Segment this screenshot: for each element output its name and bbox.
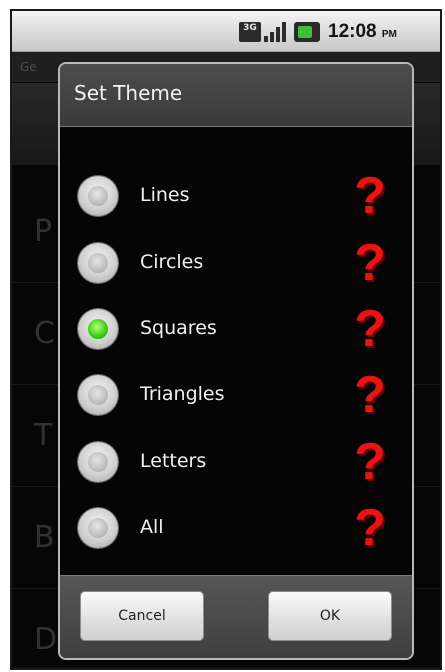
signal-strength-icon [264,22,286,42]
question-mark-icon: ? [354,499,386,557]
theme-option-squares[interactable]: Squares ? [60,297,412,363]
theme-option-triangles[interactable]: Triangles ? [60,363,412,429]
question-mark-icon: ? [354,167,386,225]
network-3g-icon: 3G [239,22,261,42]
theme-option-all[interactable]: All ? [60,496,412,562]
option-label: Triangles [140,383,225,405]
phone-screen: 3G 12:08 PM Ge P C T B D Set Theme Lines… [10,9,442,670]
radio-dot [88,186,108,206]
radio-dot [88,452,108,472]
radio-dot [88,385,108,405]
radio-button-selected[interactable] [78,309,118,349]
theme-option-lines[interactable]: Lines ? [60,164,412,230]
status-clock: 12:08 PM [328,21,397,43]
radio-dot-selected [88,319,108,339]
radio-button[interactable] [78,176,118,216]
radio-button[interactable] [78,508,118,548]
radio-button[interactable] [78,442,118,482]
radio-dot [88,518,108,538]
radio-button[interactable] [78,375,118,415]
option-label: Circles [140,251,204,273]
dialog-header: Set Theme [60,64,412,127]
question-mark-icon: ? [354,366,386,424]
theme-option-letters[interactable]: Letters ? [60,430,412,496]
dialog-title: Set Theme [74,81,183,105]
battery-icon [294,22,320,42]
cancel-button[interactable]: Cancel [80,591,204,641]
set-theme-dialog: Set Theme Lines ? Circles ? Squares ? Tr… [58,62,414,660]
question-mark-icon: ? [354,433,386,491]
option-label: Lines [140,184,190,206]
ok-button[interactable]: OK [268,591,392,641]
theme-option-circles[interactable]: Circles ? [60,231,412,297]
option-label: Letters [140,450,207,472]
question-mark-icon: ? [354,234,386,292]
question-mark-icon: ? [354,300,386,358]
radio-button[interactable] [78,243,118,283]
option-label: All [140,516,164,538]
radio-dot [88,253,108,273]
clock-suffix: PM [381,29,397,40]
clock-time: 12:08 [328,21,377,42]
option-label: Squares [140,317,217,339]
status-bar: 3G 12:08 PM [12,11,440,52]
dialog-button-bar: Cancel OK [60,575,412,658]
